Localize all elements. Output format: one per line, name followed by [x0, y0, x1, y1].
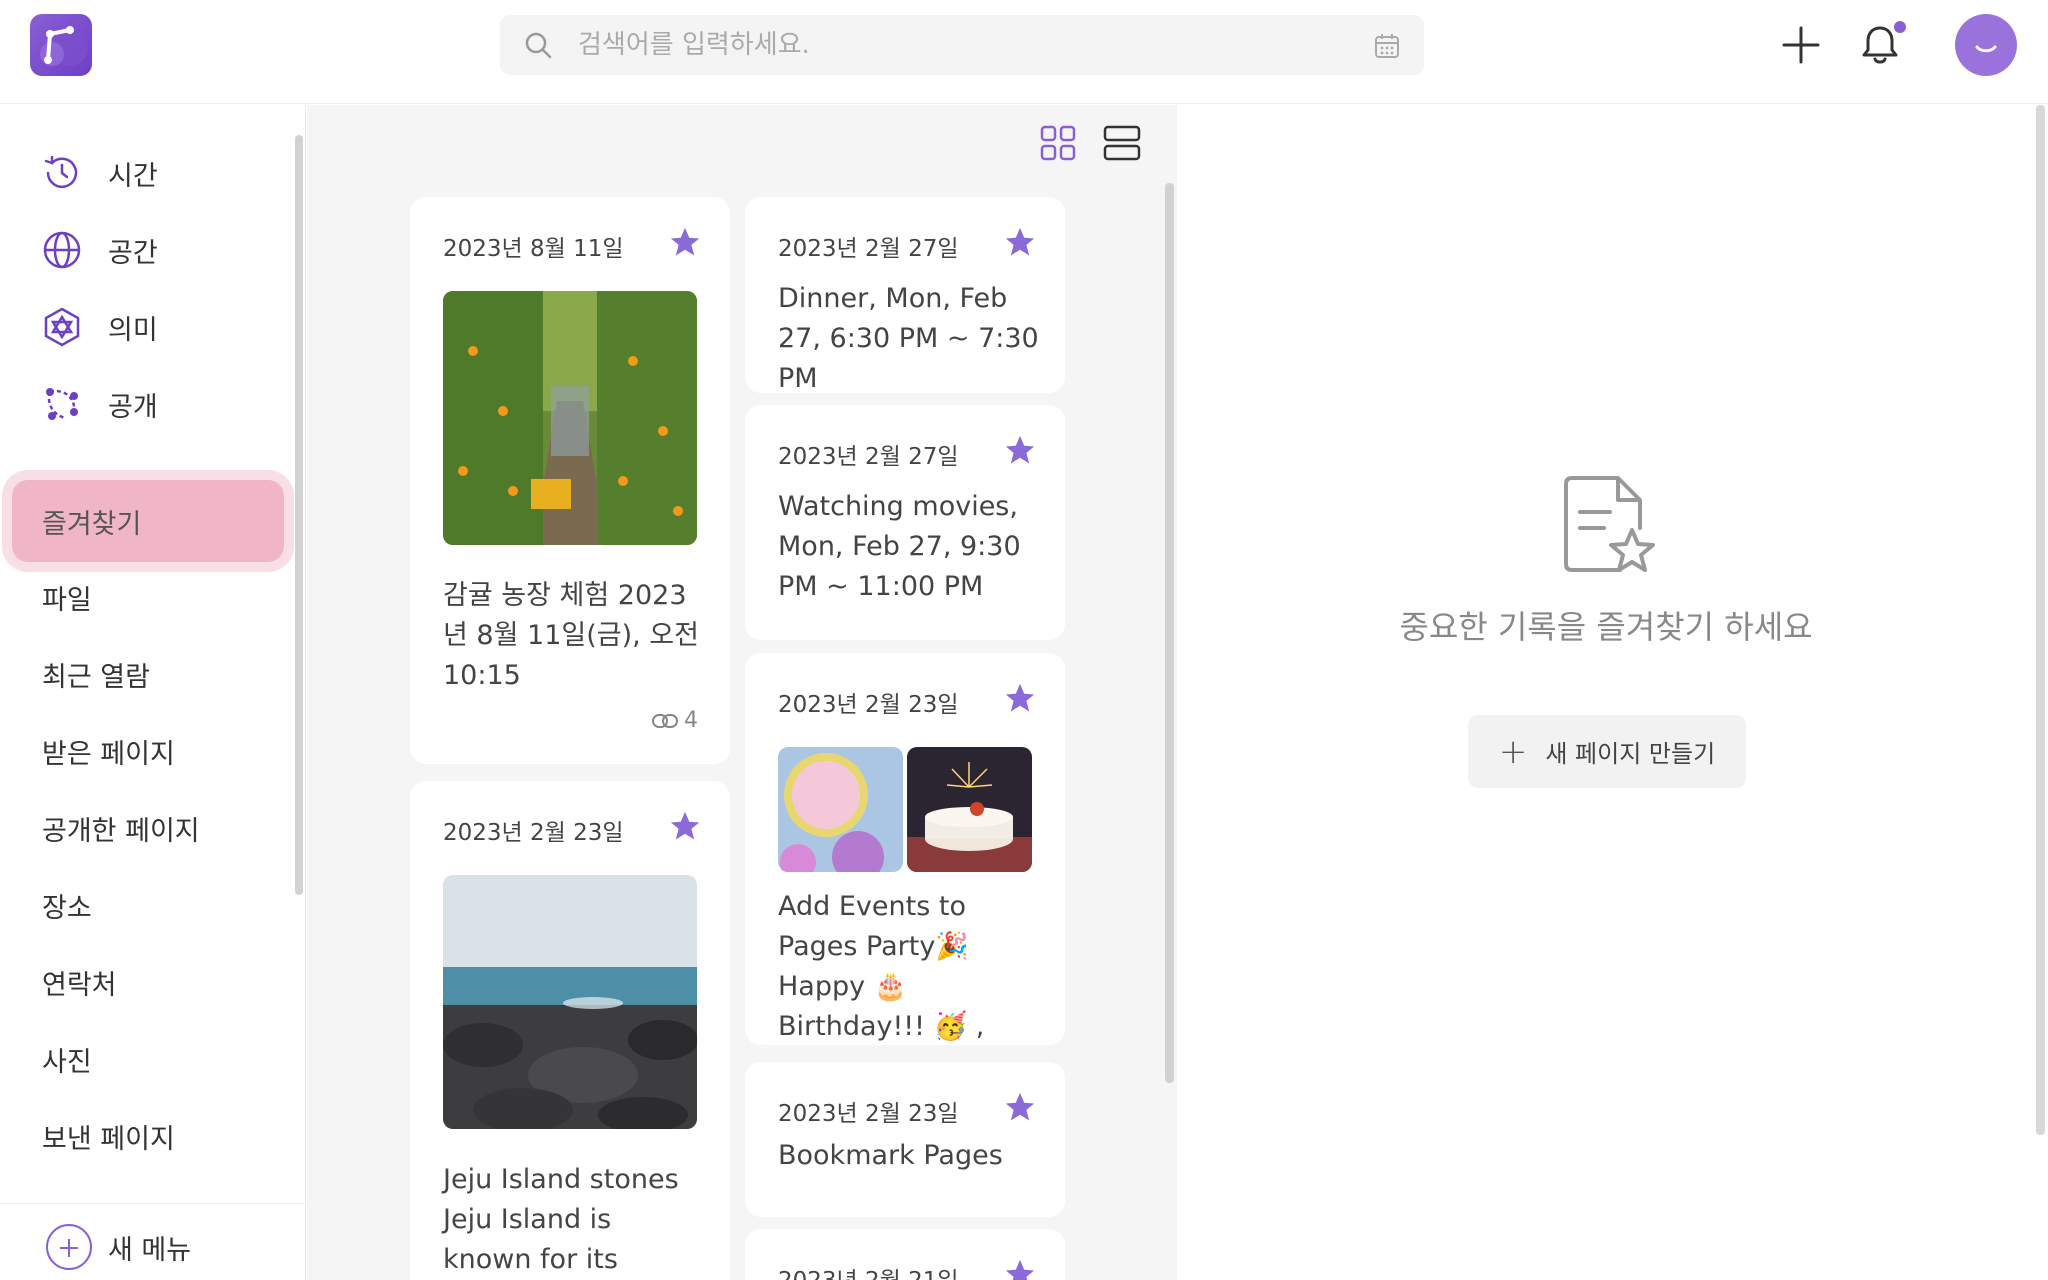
- page-card[interactable]: 2023년 2월 23일 Jeju Island stones Jeju Isl…: [410, 781, 730, 1280]
- search-input[interactable]: [578, 23, 1338, 67]
- grid-view-icon[interactable]: [1040, 125, 1076, 161]
- birthday-balloon-photo: [778, 747, 903, 872]
- plus-icon: +: [1498, 731, 1528, 772]
- star-icon[interactable]: [1003, 433, 1037, 467]
- hexagon-network-icon: [44, 307, 80, 347]
- sidebar-item-contacts[interactable]: 연락처: [42, 963, 117, 1003]
- sidebar-item-recent[interactable]: 최근 열람: [42, 655, 150, 695]
- create-page-label: 새 페이지 만들기: [1545, 740, 1716, 768]
- add-circle-icon: [46, 1224, 92, 1270]
- sidebar-item-label: 시간: [108, 160, 158, 192]
- notification-badge: [1894, 21, 1906, 33]
- page-card[interactable]: 2023년 8월 11일 감귤 농장 체험 2023년 8월 11일(금), 오…: [410, 197, 730, 764]
- list-view-icon[interactable]: [1103, 125, 1141, 161]
- card-date: 2023년 2월 23일: [778, 692, 959, 718]
- empty-state-message: 중요한 기록을 즐겨찾기 하세요: [1399, 608, 1813, 646]
- link-count-value: 4: [684, 708, 698, 733]
- card-date: 2023년 8월 11일: [443, 236, 624, 262]
- add-icon[interactable]: [1780, 24, 1822, 66]
- link-icon: [652, 713, 678, 728]
- jeju-stones-photo: [443, 875, 697, 1129]
- star-icon[interactable]: [1003, 1090, 1037, 1124]
- list-scrollbar[interactable]: [1165, 183, 1174, 1083]
- sidebar-item-favorites[interactable]: 즐겨찾기: [12, 480, 284, 562]
- tangerine-farm-photo: [443, 291, 697, 545]
- card-title: Add Events to Pages Party🎉 Happy 🎂 Birth…: [778, 891, 985, 1042]
- star-icon[interactable]: [1003, 681, 1037, 715]
- favorites-list: 2023년 8월 11일 감귤 농장 체험 2023년 8월 11일(금), 오…: [307, 105, 1177, 1280]
- card-title: Jeju Island stones Jeju Island is known …: [443, 1164, 679, 1275]
- card-date: 2023년 2월 23일: [443, 820, 624, 846]
- page-card[interactable]: 2023년 2월 21일: [745, 1229, 1065, 1280]
- detail-scrollbar[interactable]: [2036, 105, 2045, 1135]
- sidebar-item-files[interactable]: 파일: [42, 578, 92, 618]
- star-icon[interactable]: [668, 225, 702, 259]
- sidebar-item-label: 공간: [108, 237, 158, 269]
- sidebar-item-time[interactable]: 시간: [40, 143, 280, 203]
- sidebar-item-photos[interactable]: 사진: [42, 1040, 92, 1080]
- calendar-icon[interactable]: [1374, 33, 1400, 59]
- card-title: Watching movies, Mon, Feb 27, 9:30 PM ~ …: [778, 491, 1021, 602]
- create-page-button[interactable]: + 새 페이지 만들기: [1468, 715, 1746, 788]
- share-nodes-icon: [46, 388, 78, 420]
- clock-history-icon: [44, 155, 78, 189]
- sidebar-item-label: 의미: [108, 314, 158, 346]
- sidebar-item-sent[interactable]: 보낸 페이지: [42, 1117, 175, 1157]
- top-bar: [0, 0, 2048, 104]
- sidebar-item-label: 즐겨찾기: [42, 508, 142, 540]
- sidebar-item-public[interactable]: 공개: [40, 374, 280, 434]
- sidebar-item-label: 공개: [108, 391, 158, 423]
- page-card[interactable]: 2023년 2월 23일 Add Events to Pages Party🎉 …: [745, 653, 1065, 1045]
- card-title: 감귤 농장 체험 2023년 8월 11일(금), 오전 10:15: [443, 580, 699, 691]
- star-icon[interactable]: [1003, 1257, 1037, 1280]
- smile-face-icon: [1975, 45, 1997, 53]
- avatar[interactable]: [1955, 14, 2017, 76]
- globe-icon: [43, 231, 81, 269]
- new-menu-label: 새 메뉴: [108, 1235, 192, 1266]
- search-bar[interactable]: [500, 15, 1424, 75]
- birthday-cake-photo: [907, 747, 1032, 872]
- sidebar-item-received[interactable]: 받은 페이지: [42, 732, 175, 772]
- sidebar-item-meaning[interactable]: 의미: [40, 297, 280, 357]
- star-icon[interactable]: [1003, 225, 1037, 259]
- sidebar-item-places[interactable]: 장소: [42, 886, 92, 926]
- search-icon: [525, 32, 552, 59]
- page-card[interactable]: 2023년 2월 27일 Watching movies, Mon, Feb 2…: [745, 405, 1065, 640]
- page-card[interactable]: 2023년 2월 23일 Bookmark Pages: [745, 1062, 1065, 1217]
- card-date: 2023년 2월 23일: [778, 1101, 959, 1127]
- card-date: 2023년 2월 27일: [778, 236, 959, 262]
- sidebar-scrollbar[interactable]: [295, 135, 303, 895]
- new-menu-button[interactable]: 새 메뉴: [0, 1203, 305, 1280]
- page-card[interactable]: 2023년 2월 27일 Dinner, Mon, Feb 27, 6:30 P…: [745, 197, 1065, 393]
- document-star-icon: [1564, 476, 1655, 572]
- sidebar: 시간 공간 의미 공개 즐겨찾기 파일 최근 열람 받은 페이지 공개한 페이지…: [0, 105, 306, 1280]
- sidebar-item-space[interactable]: 공간: [40, 220, 280, 280]
- card-title: Dinner, Mon, Feb 27, 6:30 PM ~ 7:30 PM: [778, 283, 1039, 393]
- link-count: 4: [652, 708, 698, 733]
- card-date: 2023년 2월 21일: [778, 1261, 959, 1280]
- app-logo[interactable]: [30, 14, 92, 76]
- detail-pane: 중요한 기록을 즐겨찾기 하세요 + 새 페이지 만들기: [1178, 105, 2048, 1280]
- star-icon[interactable]: [668, 809, 702, 843]
- card-title: Bookmark Pages: [778, 1140, 1003, 1171]
- sidebar-item-published[interactable]: 공개한 페이지: [42, 809, 200, 849]
- card-date: 2023년 2월 27일: [778, 444, 959, 470]
